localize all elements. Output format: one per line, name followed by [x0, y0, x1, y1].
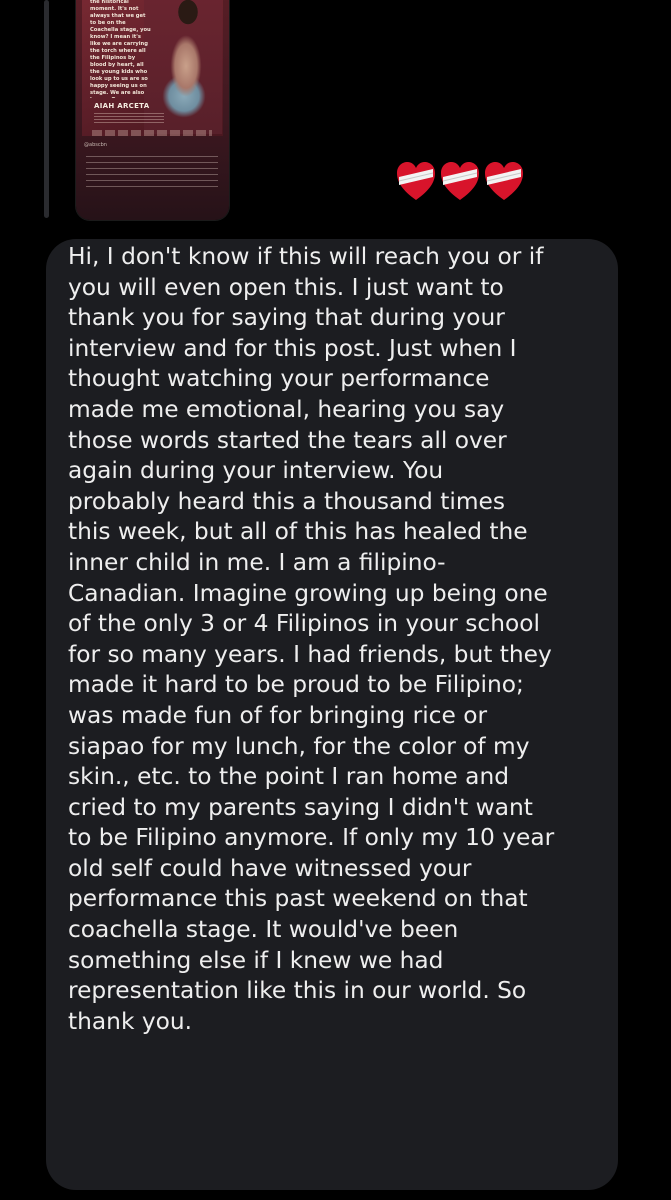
mending-heart-icon [485, 162, 523, 200]
thread-line [44, 0, 49, 218]
post-card: We're grateful for the historical moment… [82, 0, 223, 136]
message-text: Hi, I don't know if this will reach you … [68, 243, 555, 1035]
post-handle: @abscbn [84, 142, 107, 148]
reaction-hearts[interactable] [396, 160, 524, 208]
mending-heart-icon [441, 162, 479, 200]
post-credit [94, 113, 164, 123]
post-quote: We're grateful for the historical moment… [90, 0, 151, 98]
post-author: AIAH ARCETA [94, 102, 150, 110]
shared-post-preview[interactable]: We're grateful for the historical moment… [76, 0, 229, 220]
mending-heart-icon [397, 162, 435, 200]
post-caption [86, 156, 218, 192]
post-footer [92, 130, 212, 136]
